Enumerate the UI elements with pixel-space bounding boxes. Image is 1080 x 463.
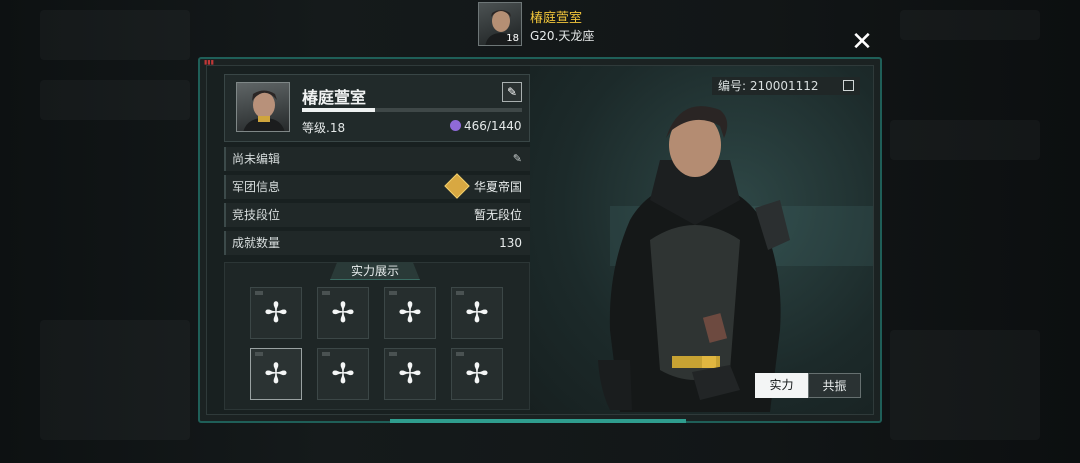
- panel-bottom-accent: [390, 419, 686, 423]
- xp-bar-fill: [302, 108, 375, 112]
- player-name: 椿庭萱室: [302, 88, 367, 107]
- add-icon: ✢: [465, 357, 489, 390]
- panel-corner-tag: ▮▮▮: [204, 59, 214, 66]
- arena-rank-row: 竞技段位 暂无段位: [224, 203, 530, 227]
- arena-rank-value: 暂无段位: [473, 208, 522, 222]
- slot-corner-mark: [389, 352, 397, 360]
- showcase-slot[interactable]: ✢: [451, 287, 503, 339]
- legion-label: 军团信息: [232, 180, 281, 194]
- avatar[interactable]: [236, 82, 290, 132]
- pencil-icon[interactable]: ✎: [513, 147, 522, 171]
- achievement-row[interactable]: 成就数量 130: [224, 231, 530, 255]
- edit-name-button[interactable]: ✎: [502, 82, 522, 102]
- add-icon: ✢: [264, 296, 288, 329]
- showcase-slot[interactable]: ✢: [384, 287, 436, 339]
- add-icon: ✢: [264, 357, 288, 390]
- achievement-label: 成就数量: [232, 236, 281, 250]
- character-portrait: [580, 90, 810, 412]
- top-player-name: 椿庭萱室: [530, 11, 583, 26]
- showcase-slot[interactable]: ✢: [317, 348, 369, 400]
- legion-value-wrap: 华夏帝国: [444, 173, 522, 199]
- copy-icon[interactable]: [843, 80, 854, 91]
- top-player-card[interactable]: 18 椿庭萱室 G20.天龙座: [478, 2, 618, 46]
- signature-label: 尚未编辑: [232, 152, 281, 166]
- close-icon[interactable]: ✕: [850, 29, 874, 55]
- arena-rank-label: 竞技段位: [232, 208, 281, 222]
- add-icon: ✢: [465, 296, 489, 329]
- power-value: 466/1440: [450, 119, 522, 133]
- showcase-slot[interactable]: ✢: [250, 287, 302, 339]
- bg-blur-block: [890, 120, 1040, 160]
- add-icon: ✢: [331, 296, 355, 329]
- slot-corner-mark: [255, 352, 263, 360]
- player-level: 等级.18: [302, 121, 346, 135]
- top-level: 18: [506, 33, 519, 44]
- bg-blur-block: [40, 320, 190, 440]
- showcase-slot[interactable]: ✢: [451, 348, 503, 400]
- add-icon: ✢: [398, 296, 422, 329]
- tab-resonance[interactable]: 共振: [808, 373, 861, 398]
- slot-corner-mark: [456, 291, 464, 299]
- signature-row[interactable]: 尚未编辑 ✎: [224, 147, 530, 171]
- slot-corner-mark: [322, 291, 330, 299]
- showcase-title: 实力展示: [330, 262, 420, 280]
- bg-blur-block: [890, 330, 1040, 440]
- achievement-value: 130: [499, 236, 522, 250]
- bg-blur-block: [900, 10, 1040, 40]
- legion-row[interactable]: 军团信息 华夏帝国: [224, 173, 530, 199]
- power-text: 466/1440: [464, 119, 522, 133]
- top-server-name: G20.天龙座: [530, 29, 595, 43]
- tab-power[interactable]: 实力: [755, 373, 808, 398]
- xp-bar: [302, 108, 522, 112]
- add-icon: ✢: [331, 357, 355, 390]
- showcase-slot[interactable]: ✢: [384, 348, 436, 400]
- top-avatar: 18: [478, 2, 522, 46]
- slot-corner-mark: [255, 291, 263, 299]
- bg-blur-block: [40, 10, 190, 60]
- bg-blur-block: [40, 80, 190, 120]
- legion-badge-icon: [444, 173, 470, 199]
- power-gem-icon: [450, 120, 461, 131]
- showcase-slot[interactable]: ✢: [317, 287, 369, 339]
- slot-corner-mark: [456, 352, 464, 360]
- pencil-icon: ✎: [506, 85, 518, 99]
- slot-corner-mark: [389, 291, 397, 299]
- add-icon: ✢: [398, 357, 422, 390]
- showcase-slot[interactable]: ✢: [250, 348, 302, 400]
- slot-corner-mark: [322, 352, 330, 360]
- legion-value: 华夏帝国: [473, 180, 522, 194]
